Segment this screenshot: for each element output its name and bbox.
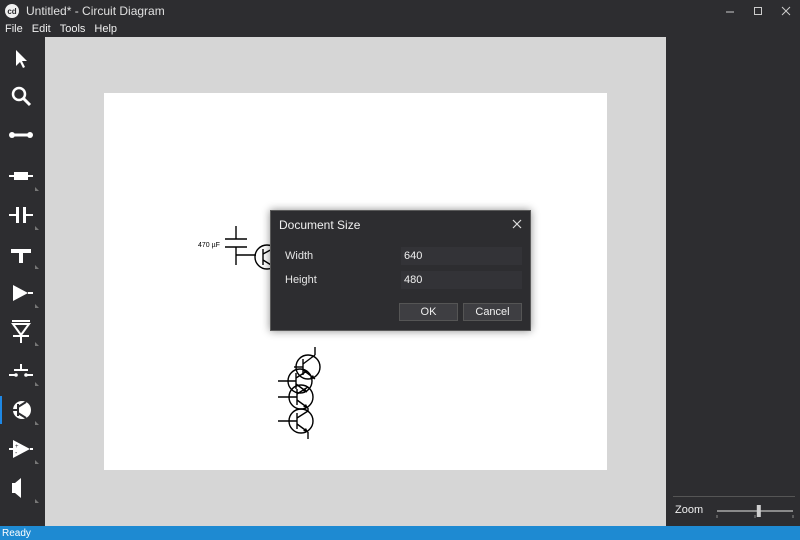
more-variants-indicator [35, 342, 39, 346]
menu-bar: File Edit Tools Help [0, 22, 800, 37]
tool-zoom[interactable] [0, 78, 42, 114]
tool-opamp[interactable]: + - [0, 431, 42, 467]
more-variants-indicator [35, 187, 39, 191]
magnifier-icon [11, 86, 32, 107]
more-variants-indicator [35, 421, 39, 425]
tool-speaker[interactable] [0, 470, 42, 506]
capacitor-component[interactable] [225, 226, 256, 265]
diode-icon [13, 285, 33, 301]
width-input[interactable] [401, 247, 522, 265]
more-variants-indicator [35, 460, 39, 464]
menu-edit[interactable]: Edit [28, 22, 55, 37]
zoom-control: Zoom [673, 496, 795, 522]
ok-button[interactable]: OK [399, 303, 458, 321]
more-variants-indicator [35, 304, 39, 308]
component-toolbox: + - [0, 37, 42, 526]
zoom-slider-thumb[interactable] [756, 505, 761, 517]
transistor-icon [9, 401, 31, 419]
zoom-slider[interactable] [715, 503, 795, 519]
app-window: cd Untitled* - Circuit Diagram File Edit… [0, 0, 800, 540]
svg-text:cd: cd [7, 7, 16, 16]
status-text: Ready [2, 528, 31, 539]
zoom-label: Zoom [675, 503, 704, 516]
height-label: Height [285, 274, 317, 286]
menu-help[interactable]: Help [90, 22, 121, 37]
more-variants-indicator [35, 382, 39, 386]
tool-ground[interactable] [0, 236, 42, 272]
capacitor-value-label: 470 µF [198, 242, 220, 249]
window-title: Untitled* - Circuit Diagram [26, 4, 165, 18]
height-input[interactable] [401, 271, 522, 289]
dialog-title: Document Size [279, 218, 361, 232]
opamp-icon: + - [9, 440, 33, 458]
title-bar: cd Untitled* - Circuit Diagram [0, 0, 800, 22]
arrow-pointer-icon [16, 50, 27, 68]
cancel-button[interactable]: Cancel [463, 303, 522, 321]
circuit-diagram-logo-icon: cd [5, 4, 19, 18]
menu-file[interactable]: File [1, 22, 27, 37]
properties-panel: Zoom [667, 37, 800, 526]
document-size-dialog: Document Size Width Height OK Cancel [270, 210, 531, 331]
tool-wire[interactable] [0, 117, 42, 153]
tool-push-switch[interactable] [0, 353, 42, 389]
more-variants-indicator [35, 499, 39, 503]
tool-led[interactable] [0, 313, 42, 349]
tool-resistor[interactable] [0, 158, 42, 194]
status-bar: Ready [0, 526, 800, 540]
window-controls [716, 0, 800, 22]
tool-capacitor[interactable] [0, 197, 42, 233]
push-switch-icon [9, 364, 33, 377]
width-label: Width [285, 250, 314, 262]
maximize-button[interactable] [744, 0, 772, 22]
tool-diode[interactable] [0, 275, 42, 311]
close-icon[interactable] [512, 219, 522, 229]
close-icon [781, 6, 791, 16]
ground-icon [11, 249, 31, 263]
more-variants-indicator [35, 226, 39, 230]
wire-icon [9, 132, 33, 138]
led-icon [11, 320, 31, 343]
maximize-icon [754, 7, 762, 15]
speaker-icon [12, 478, 21, 498]
more-variants-indicator [35, 265, 39, 269]
transistor-stack[interactable] [278, 347, 321, 439]
minimize-button[interactable] [716, 0, 744, 22]
tool-select[interactable] [0, 41, 42, 77]
close-window-button[interactable] [772, 0, 800, 22]
tool-transistor[interactable] [0, 392, 42, 428]
resistor-icon [9, 172, 33, 180]
minimize-icon [726, 11, 734, 13]
menu-tools[interactable]: Tools [56, 22, 90, 37]
capacitor-icon [9, 207, 33, 223]
